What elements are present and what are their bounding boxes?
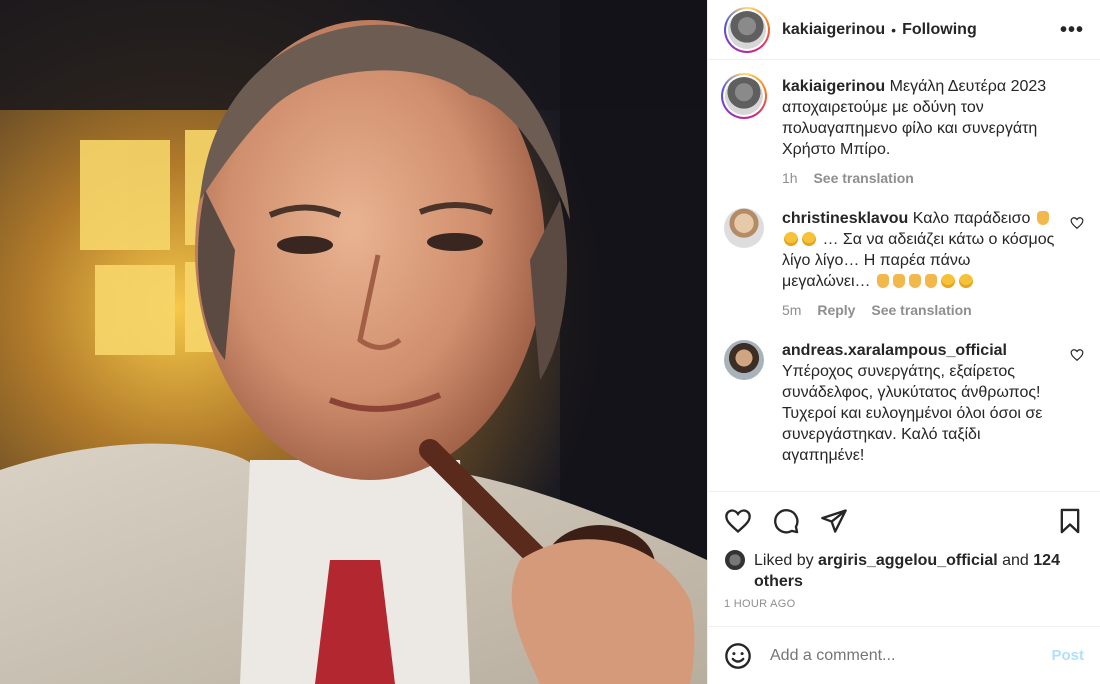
comment-text-block: andreas.xaralampous_official Υπέροχος συ…	[782, 340, 1060, 466]
praying-hands-emoji-icon	[1036, 211, 1049, 225]
comment-meta: 5m Reply See translation	[782, 302, 1060, 318]
comment-time[interactable]: 5m	[782, 302, 801, 318]
portrait-photo	[0, 0, 707, 684]
liker-username[interactable]: argiris_aggelou_official	[818, 552, 998, 569]
action-bar	[724, 492, 1084, 550]
more-options-icon[interactable]: •••	[1060, 20, 1084, 40]
caption: kakiaigerinou Μεγάλη Δευτέρα 2023 αποχαι…	[721, 73, 1084, 186]
comments-list[interactable]: kakiaigerinou Μεγάλη Δευτέρα 2023 αποχαι…	[708, 60, 1100, 491]
post-actions: Liked by argiris_aggelou_official and 12…	[708, 491, 1100, 626]
sad-face-emoji-icon	[941, 274, 955, 288]
caption-avatar[interactable]	[721, 73, 767, 119]
post-sidebar: kakiaigerinou • Following ••• kakiaigeri…	[707, 0, 1100, 684]
comment-item: andreas.xaralampous_official Υπέροχος συ…	[724, 340, 1084, 466]
praying-hands-emoji-icon	[925, 274, 937, 288]
bookmark-icon[interactable]	[1056, 507, 1084, 535]
commenter-avatar[interactable]	[724, 208, 764, 248]
comment-text-block: christinesklavou Καλο παράδεισο … Σα να …	[782, 208, 1060, 292]
commenter-avatar[interactable]	[724, 340, 764, 380]
reply-button[interactable]: Reply	[817, 302, 855, 318]
caption-time[interactable]: 1h	[782, 170, 798, 186]
author-username[interactable]: kakiaigerinou	[782, 21, 885, 39]
post-header: kakiaigerinou • Following •••	[708, 0, 1100, 60]
liker-avatar[interactable]	[724, 549, 746, 571]
heart-icon[interactable]	[724, 507, 752, 535]
sad-face-emoji-icon	[784, 232, 798, 246]
follow-status-button[interactable]: Following	[902, 21, 977, 39]
comment-item: christinesklavou Καλο παράδεισο … Σα να …	[724, 208, 1084, 318]
praying-hands-emoji-icon	[909, 274, 921, 288]
sad-face-emoji-icon	[959, 274, 973, 288]
caption-text-block: kakiaigerinou Μεγάλη Δευτέρα 2023 αποχαι…	[782, 76, 1060, 160]
emoji-icon[interactable]	[724, 642, 752, 670]
commenter-username[interactable]: andreas.xaralampous_official	[782, 342, 1007, 359]
comment-text: Υπέροχος συνεργάτης, εξαίρετος συνάδελφο…	[782, 363, 1043, 464]
praying-hands-emoji-icon	[893, 274, 905, 288]
author-avatar[interactable]	[724, 6, 770, 53]
instagram-post-modal: kakiaigerinou • Following ••• kakiaigeri…	[0, 0, 1100, 684]
praying-hands-emoji-icon	[877, 274, 889, 288]
post-timestamp[interactable]: 1 HOUR AGO	[724, 598, 1084, 610]
comment-like-heart-icon[interactable]	[1070, 348, 1084, 362]
add-comment-bar: Post	[708, 626, 1100, 684]
caption-username[interactable]: kakiaigerinou	[782, 78, 885, 95]
post-image[interactable]	[0, 0, 707, 684]
comment-like-heart-icon[interactable]	[1070, 216, 1084, 230]
separator-dot: •	[891, 21, 897, 38]
comment-see-translation[interactable]: See translation	[871, 302, 971, 318]
commenter-username[interactable]: christinesklavou	[782, 210, 908, 227]
likes-summary: Liked by argiris_aggelou_official and 12…	[724, 549, 1084, 592]
caption-meta: 1h See translation	[782, 170, 1060, 186]
comment-text-part-1: Καλο παράδεισο	[912, 210, 1031, 227]
comment-input[interactable]	[770, 646, 1052, 665]
sad-face-emoji-icon	[802, 232, 816, 246]
likes-prefix: Liked by	[754, 552, 814, 569]
comment-icon[interactable]	[772, 507, 800, 535]
share-icon[interactable]	[820, 507, 848, 535]
post-comment-button[interactable]: Post	[1051, 647, 1084, 664]
likes-and: and	[1002, 552, 1029, 569]
caption-see-translation[interactable]: See translation	[813, 170, 913, 186]
